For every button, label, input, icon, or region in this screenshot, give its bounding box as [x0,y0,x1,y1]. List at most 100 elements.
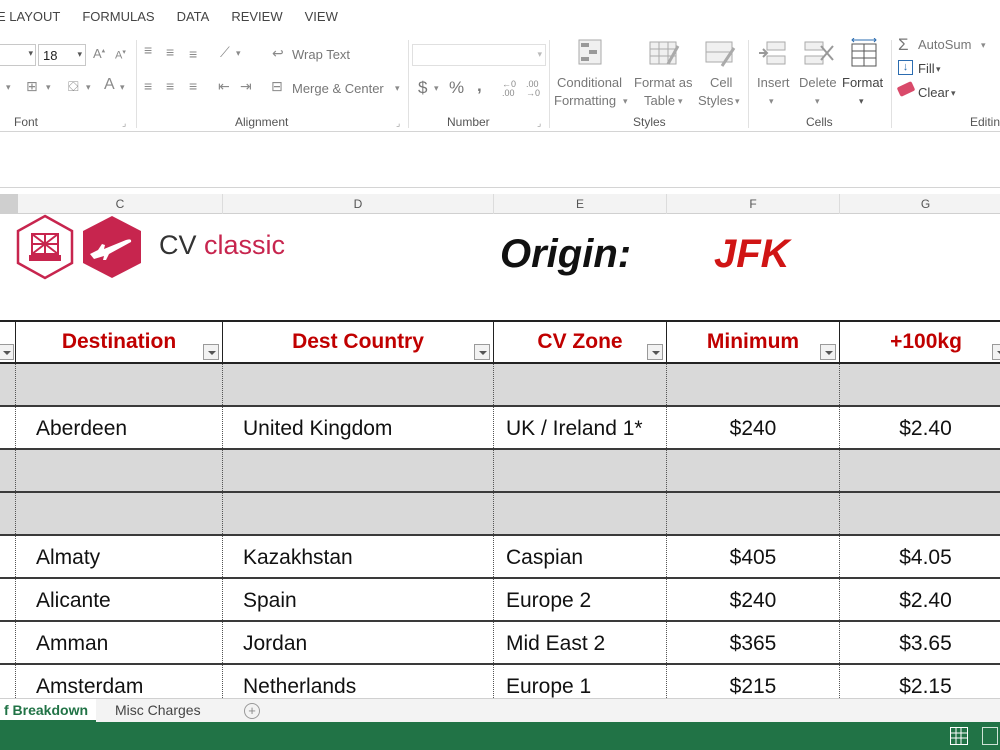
number-dialog-launcher-icon[interactable]: ⌟ [537,118,541,129]
row-stub-cell[interactable] [0,364,16,405]
rate-cell[interactable] [840,364,1000,405]
worksheet[interactable]: CV classic Origin: JFK Destination Dest … [0,214,1000,698]
sheet-tab-breakdown[interactable]: f Breakdown [0,699,97,723]
decrease-indent-icon[interactable]: ⇤ [218,78,230,95]
country-cell[interactable]: Netherlands [223,665,494,698]
percent-format-button[interactable]: % [449,78,464,98]
column-header-f[interactable]: F [667,194,840,214]
destination-cell[interactable]: Almaty [16,536,223,577]
normal-view-icon[interactable] [950,727,968,745]
chevron-down-icon[interactable]: ▾ [936,64,941,75]
minimum-cell[interactable]: $240 [667,407,840,448]
country-cell[interactable] [223,450,494,491]
rate-cell[interactable]: $2.15 [840,665,1000,698]
rate-cell[interactable] [840,493,1000,534]
eraser-icon[interactable] [896,81,916,97]
tab-view[interactable]: VIEW [305,9,338,24]
rate-cell[interactable]: $2.40 [840,579,1000,620]
align-center-icon[interactable]: ≡ [166,78,174,94]
filter-dropdown-icon[interactable] [203,344,219,360]
increase-indent-icon[interactable]: ⇥ [240,78,252,95]
align-top-icon[interactable]: ≡ [144,42,152,58]
formula-bar[interactable] [0,132,1000,188]
cell-styles-button-line2[interactable]: Styles [698,93,733,108]
column-header-corner[interactable] [0,194,18,214]
destination-cell[interactable] [16,450,223,491]
row-stub-cell[interactable] [0,450,16,491]
chevron-down-icon[interactable]: ▾ [434,83,439,94]
table-row[interactable] [0,493,1000,536]
currency-format-button[interactable]: $ [418,78,427,98]
add-sheet-icon[interactable]: + [244,703,260,719]
chevron-down-icon[interactable]: ▾ [678,96,683,107]
minimum-cell[interactable]: $365 [667,622,840,663]
rate-cell[interactable]: $4.05 [840,536,1000,577]
align-bottom-icon[interactable]: ≡ [189,46,197,62]
minimum-cell[interactable] [667,364,840,405]
zone-cell[interactable]: Mid East 2 [494,622,667,663]
country-cell[interactable] [223,364,494,405]
minimum-cell[interactable] [667,493,840,534]
increase-decimal-icon[interactable]: ←0.00 [502,80,516,98]
zone-cell[interactable] [494,493,667,534]
autosum-button[interactable]: AutoSum [918,37,971,52]
font-name-dropdown[interactable]: ▾ [0,44,36,66]
chevron-down-icon[interactable]: ▾ [859,96,864,107]
chevron-down-icon[interactable]: ▾ [769,96,774,107]
page-layout-view-icon[interactable] [982,727,998,745]
zone-cell[interactable] [494,450,667,491]
align-right-icon[interactable]: ≡ [189,78,197,94]
destination-cell[interactable] [16,493,223,534]
column-header-e[interactable]: E [494,194,667,214]
comma-format-button[interactable]: , [477,76,482,96]
grow-font-icon[interactable]: A▴ [93,46,105,61]
row-stub-cell[interactable] [0,536,16,577]
table-row[interactable] [0,364,1000,407]
alignment-dialog-launcher-icon[interactable]: ⌟ [396,118,400,129]
insert-cells-icon[interactable] [757,38,789,70]
minimum-cell[interactable]: $215 [667,665,840,698]
merge-center-button[interactable]: Merge & Center [292,81,384,96]
format-button[interactable]: Format [842,75,883,90]
destination-cell[interactable]: Alicante [16,579,223,620]
conditional-formatting-button-line2[interactable]: Formatting [554,93,616,108]
chevron-down-icon[interactable]: ▾ [395,83,400,94]
format-cells-icon[interactable] [848,38,880,70]
minimum-cell[interactable]: $240 [667,579,840,620]
shrink-font-icon[interactable]: A▾ [115,48,126,62]
align-left-icon[interactable]: ≡ [144,78,152,94]
sheet-tab-misc-charges[interactable]: Misc Charges [115,699,201,721]
country-cell[interactable]: Kazakhstan [223,536,494,577]
font-size-dropdown[interactable]: 18 ▾ [38,44,86,66]
filter-dropdown-icon[interactable] [474,344,490,360]
destination-cell[interactable]: Aberdeen [16,407,223,448]
zone-cell[interactable]: Europe 2 [494,579,667,620]
column-header-c[interactable]: C [18,194,223,214]
zone-cell[interactable]: Europe 1 [494,665,667,698]
insert-button[interactable]: Insert [757,75,790,90]
column-header-d[interactable]: D [223,194,494,214]
chevron-down-icon[interactable]: ▾ [86,82,91,93]
table-row[interactable] [0,450,1000,493]
chevron-down-icon[interactable]: ▾ [236,48,241,59]
tab-page-layout[interactable]: E LAYOUT [0,9,60,24]
chevron-down-icon[interactable]: ▾ [46,82,51,93]
country-cell[interactable]: United Kingdom [223,407,494,448]
fill-button[interactable]: Fill [918,61,935,76]
filter-dropdown-icon[interactable] [647,344,663,360]
delete-button[interactable]: Delete [799,75,837,90]
table-row[interactable]: Amsterdam Netherlands Europe 1 $215 $2.1… [0,665,1000,698]
fill-down-icon[interactable]: ↓ [898,60,913,75]
row-stub-cell[interactable] [0,622,16,663]
rate-cell[interactable] [840,450,1000,491]
tab-data[interactable]: DATA [177,9,210,24]
number-format-dropdown[interactable]: ▾ [412,44,546,66]
decrease-decimal-icon[interactable]: .00 →0 [526,80,540,98]
wrap-text-icon[interactable]: ↩ [272,45,284,62]
destination-cell[interactable]: Amman [16,622,223,663]
zone-cell[interactable]: Caspian [494,536,667,577]
country-cell[interactable]: Spain [223,579,494,620]
rate-cell[interactable]: $3.65 [840,622,1000,663]
orientation-icon[interactable]: ⟋ [220,44,230,61]
chevron-down-icon[interactable]: ▾ [951,88,956,99]
